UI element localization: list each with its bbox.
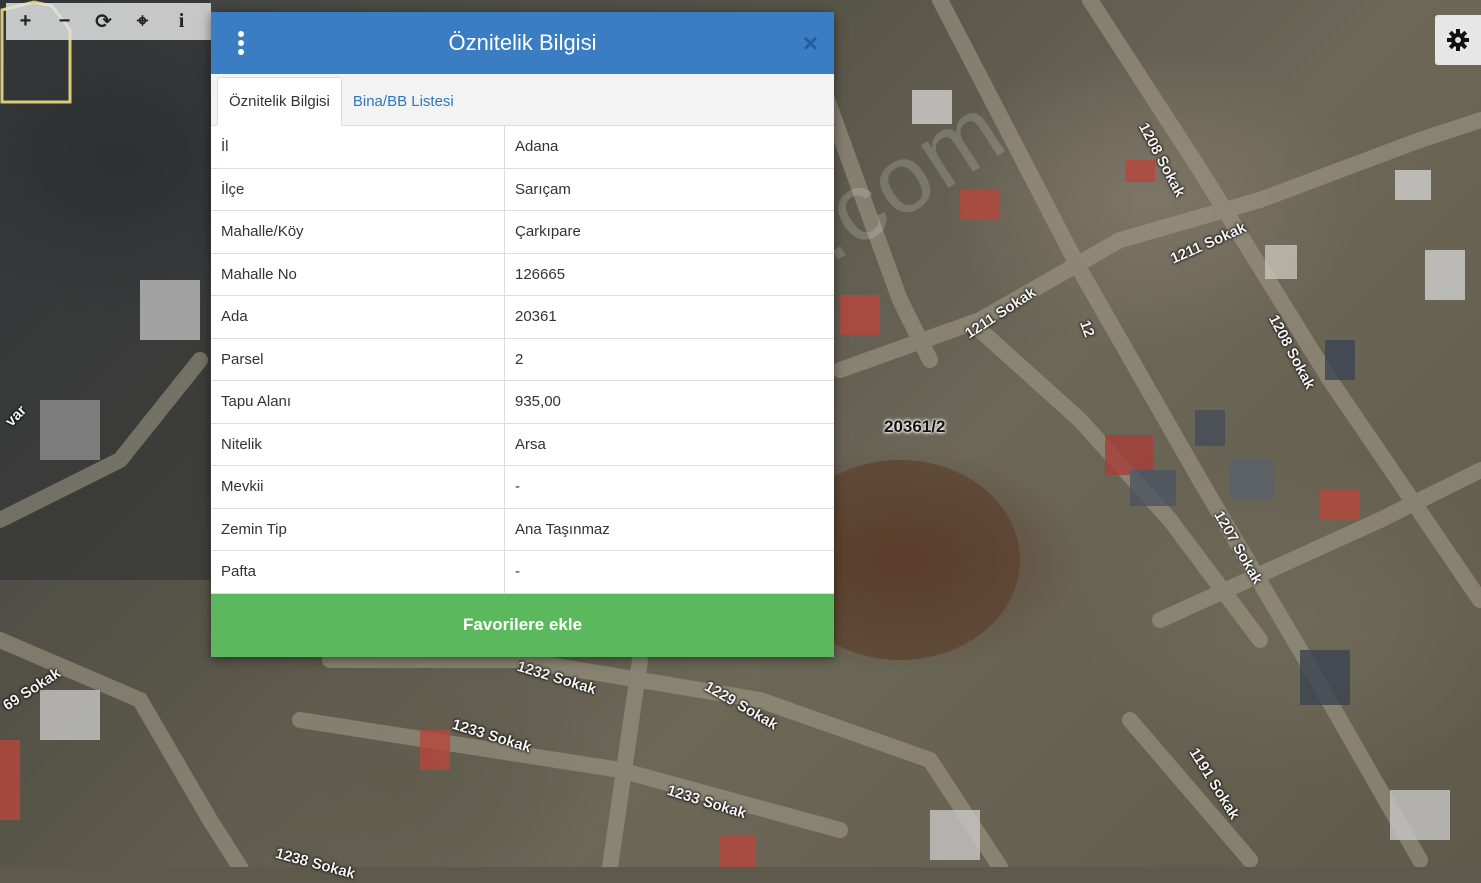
attribute-table: İl Adana İlçe Sarıçam Mahalle/Köy Çarkıp… — [211, 126, 834, 594]
row-key: Tapu Alanı — [211, 380, 505, 424]
locate-button[interactable]: ⌖ — [123, 3, 162, 40]
row-key: Mevkii — [211, 465, 505, 509]
tab-building-list[interactable]: Bina/BB Listesi — [342, 78, 465, 125]
row-value: - — [504, 550, 834, 594]
map-toolbar: + − ⟳ ⌖ i — [6, 3, 211, 40]
plus-icon: + — [19, 10, 32, 32]
table-row: Mahalle/Köy Çarkıpare — [211, 210, 834, 254]
minus-icon: − — [58, 10, 71, 32]
table-row: Pafta - — [211, 550, 834, 594]
table-row: Tapu Alanı 935,00 — [211, 380, 834, 424]
row-key: Mahalle/Köy — [211, 210, 505, 254]
info-button[interactable]: i — [162, 3, 201, 40]
refresh-button[interactable]: ⟳ — [84, 3, 123, 40]
dialog-tabs: Öznitelik Bilgisi Bina/BB Listesi — [211, 74, 834, 126]
table-row: Parsel 2 — [211, 338, 834, 381]
attribute-dialog: Öznitelik Bilgisi × Öznitelik Bilgisi Bi… — [211, 12, 834, 657]
table-row: Mahalle No 126665 — [211, 253, 834, 296]
row-value: Sarıçam — [504, 168, 834, 211]
row-value: Adana — [504, 126, 834, 169]
row-key: Parsel — [211, 338, 505, 381]
table-row: İl Adana — [211, 126, 834, 169]
row-key: Mahalle No — [211, 253, 505, 296]
table-row: Mevkii - — [211, 465, 834, 509]
zoom-out-button[interactable]: − — [45, 3, 84, 40]
crosshair-icon: ⌖ — [136, 10, 149, 32]
row-value: Arsa — [504, 423, 834, 466]
info-icon: i — [178, 10, 185, 32]
row-value: Ana Taşınmaz — [504, 508, 834, 551]
row-value: 935,00 — [504, 380, 834, 424]
tab-attribute-info[interactable]: Öznitelik Bilgisi — [217, 77, 342, 126]
settings-button[interactable] — [1435, 15, 1481, 65]
row-key: Pafta — [211, 550, 505, 594]
row-value: - — [504, 465, 834, 509]
close-icon[interactable]: × — [803, 30, 818, 56]
table-row: Ada 20361 — [211, 295, 834, 339]
dialog-header: Öznitelik Bilgisi × — [211, 12, 834, 74]
row-value: 2 — [504, 338, 834, 381]
row-value: 20361 — [504, 295, 834, 339]
table-row: Nitelik Arsa — [211, 423, 834, 466]
gear-icon — [1447, 29, 1469, 51]
zoom-in-button[interactable]: + — [6, 3, 45, 40]
parcel-label: 20361/2 — [884, 417, 946, 436]
row-value: 126665 — [504, 253, 834, 296]
row-key: İl — [211, 126, 505, 169]
dialog-title: Öznitelik Bilgisi — [448, 30, 597, 55]
row-key: Nitelik — [211, 423, 505, 466]
kebab-menu-icon[interactable] — [233, 29, 249, 57]
row-key: Ada — [211, 295, 505, 339]
table-row: Zemin Tip Ana Taşınmaz — [211, 508, 834, 551]
add-favorite-button[interactable]: Favorilere ekle — [211, 593, 834, 657]
row-value: Çarkıpare — [504, 210, 834, 254]
row-key: İlçe — [211, 168, 505, 211]
table-row: İlçe Sarıçam — [211, 168, 834, 211]
row-key: Zemin Tip — [211, 508, 505, 551]
refresh-icon: ⟳ — [95, 11, 112, 33]
